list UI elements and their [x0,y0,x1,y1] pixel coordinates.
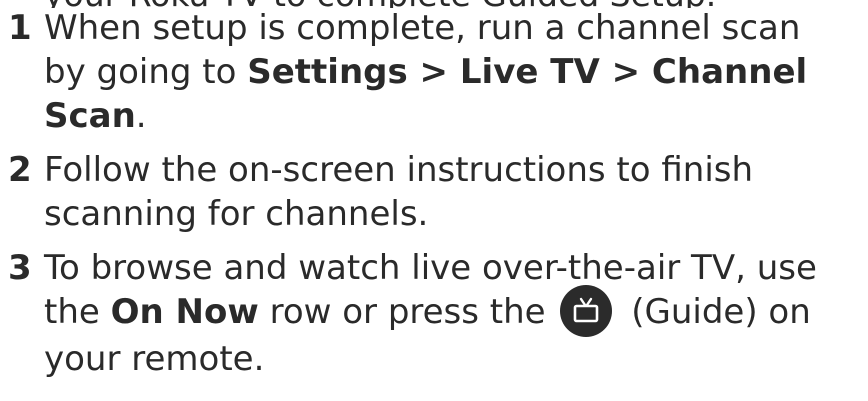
menu-path-end: Scan [44,96,136,136]
step-1: 1 When setup is complete, run a channel … [8,6,868,138]
step-text: To browse and watch live over-the-air TV… [44,248,817,288]
tv-guide-icon [560,284,613,337]
step-3: 3 To browse and watch live over-the-air … [8,246,868,381]
step-text: by going to [44,52,248,92]
steps-list: 1 When setup is complete, run a channel … [8,6,868,391]
row-name: On Now [110,292,259,332]
step-text: . [135,96,147,136]
step-text: your remote. [44,338,265,379]
step-text: Follow the on-screen instructions to fin… [44,150,754,190]
step-number: 2 [8,150,32,190]
step-2: 2 Follow the on-screen instructions to f… [8,148,868,236]
menu-path: Settings > Live TV > Channel [247,52,808,92]
step-text: the [44,292,111,332]
step-text: When setup is complete, run a channel sc… [44,8,801,48]
guide-label: (Guide) on [620,292,811,332]
step-number: 3 [8,248,32,288]
step-text: scanning for channels. [44,194,429,234]
step-text: row or press the [258,292,557,332]
step-number: 1 [8,8,32,48]
